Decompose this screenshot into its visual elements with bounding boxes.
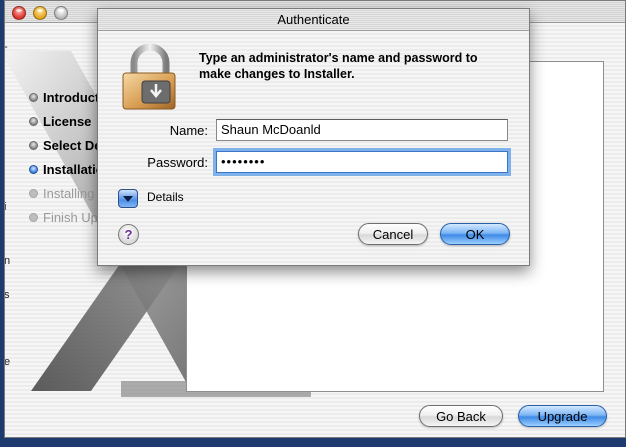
cancel-button[interactable]: Cancel: [358, 223, 428, 245]
upgrade-button[interactable]: Upgrade: [518, 405, 607, 427]
ok-button[interactable]: OK: [440, 223, 510, 245]
lock-icon: [122, 43, 176, 110]
step-label: Installing: [43, 185, 95, 201]
step-bullet-icon: [29, 92, 38, 102]
help-button[interactable]: ?: [118, 224, 139, 245]
step-label: License: [43, 113, 92, 129]
close-icon[interactable]: [12, 6, 26, 20]
password-label: Password:: [147, 155, 208, 170]
step-label: Finish Up: [43, 209, 98, 225]
name-label: Name:: [169, 123, 208, 138]
go-back-button[interactable]: Go Back: [419, 405, 503, 427]
details-disclosure-button[interactable]: [118, 189, 138, 208]
zoom-icon[interactable]: [54, 6, 68, 20]
disclosure-triangle-icon: [123, 195, 133, 202]
details-label: Details: [147, 190, 184, 204]
password-field[interactable]: ••••••••: [216, 151, 508, 173]
name-field[interactable]: Shaun McDoanld: [216, 119, 508, 141]
step-bullet-icon: [29, 188, 38, 198]
dialog-title: Authenticate: [98, 9, 529, 31]
step-bullet-icon: [29, 140, 38, 150]
minimize-icon[interactable]: [33, 6, 47, 20]
auth-prompt: Type an administrator's name and passwor…: [199, 51, 478, 81]
step-bullet-icon: [29, 116, 38, 126]
authenticate-dialog: Authenticate Type an administrator's nam…: [97, 8, 530, 266]
step-bullet-icon: [29, 212, 38, 222]
step-bullet-icon: [29, 164, 38, 174]
